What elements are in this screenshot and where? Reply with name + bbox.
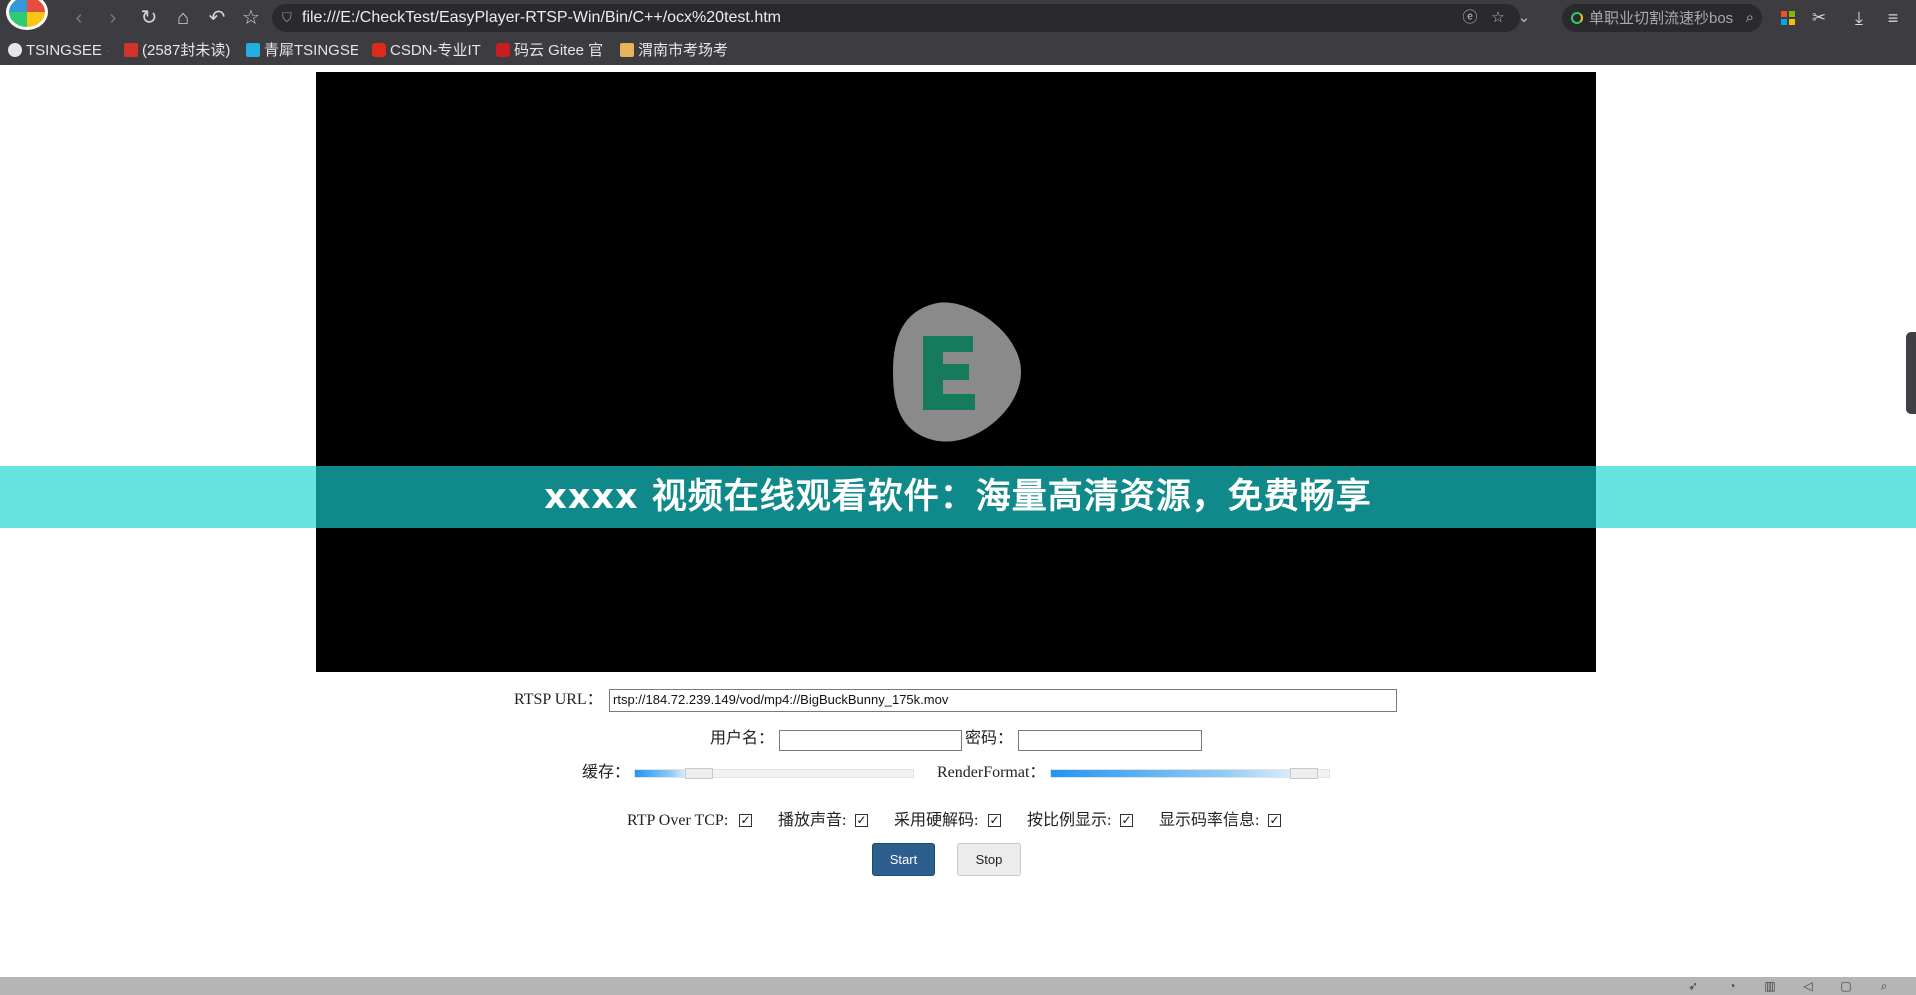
easyplayer-logo-icon xyxy=(893,302,1021,442)
username-input[interactable] xyxy=(779,730,962,751)
rtp-over-tcp-checkbox[interactable]: ✓ xyxy=(739,814,752,827)
search-icon[interactable]: ⌕ xyxy=(1746,8,1754,28)
render-slider-fill xyxy=(1051,770,1290,777)
bookmark-item[interactable]: 青犀TSINGSE xyxy=(246,42,358,60)
rocket-icon[interactable]: ➶ xyxy=(1685,978,1701,994)
apps-grid-icon[interactable] xyxy=(1775,5,1801,31)
shield-icon: ⛉ xyxy=(282,10,292,25)
back-icon[interactable]: ‹ xyxy=(66,5,92,31)
csdn-icon xyxy=(372,43,386,57)
render-format-label: RenderFormat： xyxy=(937,764,1046,781)
exam-site-icon xyxy=(620,43,634,57)
hardware-decode-checkbox[interactable]: ✓ xyxy=(988,814,1001,827)
rtsp-url-label: RTSP URL： xyxy=(514,691,603,708)
render-slider-thumb[interactable] xyxy=(1290,768,1318,779)
bookmark-item[interactable]: TSINGSEE · xyxy=(8,42,108,60)
username-label: 用户名： xyxy=(710,730,775,747)
trash-icon[interactable]: ▥ xyxy=(1762,978,1778,994)
rtsp-url-input[interactable]: rtsp://184.72.239.149/vod/mp4://BigBuckB… xyxy=(609,689,1397,712)
rtp-over-tcp-label: RTP Over TCP: xyxy=(627,812,729,829)
bookmark-item[interactable]: (2587封未读) xyxy=(124,42,232,60)
search-input[interactable]: 单职业切割流速秒bos xyxy=(1589,10,1737,27)
volume-icon[interactable]: ◁ xyxy=(1800,978,1816,994)
buffer-slider-fill xyxy=(635,770,685,777)
menu-icon[interactable]: ≡ xyxy=(1880,5,1906,31)
gitee-icon xyxy=(496,43,510,57)
buffer-label: 缓存： xyxy=(582,764,631,781)
side-scroll-handle[interactable] xyxy=(1906,332,1916,414)
bookmarks-bar: TSINGSEE · (2587封未读) 青犀TSINGSE CSDN-专业IT… xyxy=(0,37,1916,64)
mail-icon xyxy=(124,43,138,57)
search-engine-icon xyxy=(1571,12,1583,24)
browser-logo-icon[interactable] xyxy=(6,0,48,30)
address-bar[interactable]: ⛉ file:///E:/CheckTest/EasyPlayer-RTSP-W… xyxy=(272,4,1530,32)
video-player[interactable] xyxy=(316,72,1596,672)
scissors-icon[interactable]: ✂ xyxy=(1806,5,1832,31)
bookmark-item[interactable]: 码云 Gitee 官 xyxy=(496,42,606,60)
bookmark-item[interactable]: 渭南市考场考 xyxy=(620,42,732,60)
show-bitrate-label: 显示码率信息: xyxy=(1159,812,1260,829)
buffer-slider[interactable] xyxy=(634,768,914,779)
render-format-slider[interactable] xyxy=(1050,768,1330,779)
bookmark-star-icon[interactable]: ☆ xyxy=(238,5,264,31)
browser-toolbar: ‹ › ↻ ⌂ ↶ ☆ ⛉ file:///E:/CheckTest/EasyP… xyxy=(0,0,1916,36)
status-bar: ➶ ◔ ▥ ◁ ▢ ⌕ xyxy=(0,977,1916,995)
play-audio-label: 播放声音: xyxy=(778,812,847,829)
password-input[interactable] xyxy=(1018,730,1202,751)
home-icon[interactable]: ⌂ xyxy=(170,5,196,31)
zoom-icon[interactable]: ⌕ xyxy=(1876,978,1892,994)
undo-icon[interactable]: ↶ xyxy=(204,5,230,31)
hardware-decode-label: 采用硬解码: xyxy=(894,812,979,829)
forward-icon[interactable]: › xyxy=(100,5,126,31)
password-label: 密码： xyxy=(965,730,1014,747)
favorite-star-icon[interactable]: ☆ xyxy=(1488,8,1508,28)
speed-icon[interactable]: ◔ xyxy=(1724,978,1740,994)
buffer-slider-thumb[interactable] xyxy=(685,768,713,779)
chevron-down-icon[interactable]: ⌄ xyxy=(1514,8,1534,28)
title-banner: xxxx 视频在线观看软件：海量高清资源，免费畅享 xyxy=(0,466,1916,528)
address-url[interactable]: file:///E:/CheckTest/EasyPlayer-RTSP-Win… xyxy=(302,9,781,27)
banner-title: xxxx 视频在线观看软件：海量高清资源，免费畅享 xyxy=(544,477,1372,517)
start-button[interactable]: Start xyxy=(872,843,935,876)
play-audio-checkbox[interactable]: ✓ xyxy=(855,814,868,827)
stop-button[interactable]: Stop xyxy=(957,843,1021,876)
bookmark-item[interactable]: CSDN-专业IT xyxy=(372,42,482,60)
browser-chrome: ‹ › ↻ ⌂ ↶ ☆ ⛉ file:///E:/CheckTest/EasyP… xyxy=(0,0,1916,65)
keep-ratio-checkbox[interactable]: ✓ xyxy=(1120,814,1133,827)
reload-icon[interactable]: ↻ xyxy=(136,5,162,31)
github-icon xyxy=(8,43,22,57)
download-icon[interactable]: ⤓ xyxy=(1846,5,1872,31)
show-bitrate-checkbox[interactable]: ✓ xyxy=(1268,814,1281,827)
tsingsee-icon xyxy=(246,43,260,57)
ie-mode-icon[interactable]: ⓔ xyxy=(1460,8,1480,28)
window-icon[interactable]: ▢ xyxy=(1838,978,1854,994)
search-box[interactable]: 单职业切割流速秒bos ⌕ xyxy=(1562,4,1762,32)
keep-ratio-label: 按比例显示: xyxy=(1027,812,1112,829)
